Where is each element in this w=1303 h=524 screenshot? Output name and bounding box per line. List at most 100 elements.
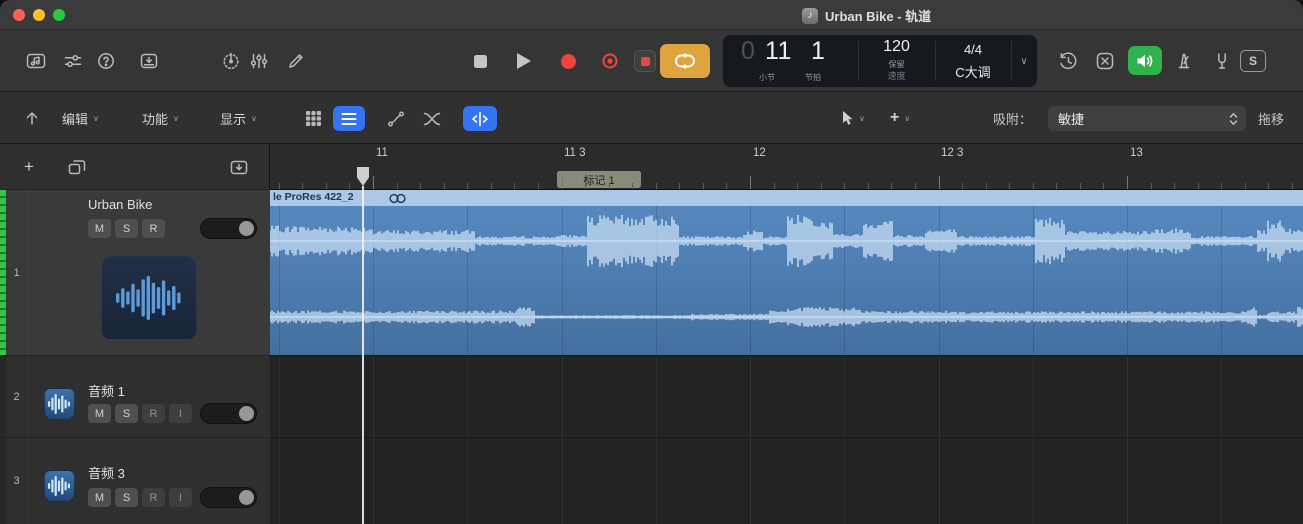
display-menu[interactable]: 显示 ∨ xyxy=(220,105,257,131)
lcd-tempo-label: 速度 xyxy=(858,69,935,82)
track-number: 1 xyxy=(6,190,28,355)
flex-button[interactable] xyxy=(463,106,497,131)
plus-tool-icon: + xyxy=(890,109,899,127)
solo-button[interactable]: S xyxy=(115,488,138,507)
output-on-button[interactable] xyxy=(1128,46,1162,75)
updown-chevrons-icon xyxy=(1229,112,1238,126)
record-enable-button[interactable]: R xyxy=(142,488,165,507)
mute-button[interactable]: M xyxy=(88,488,111,507)
track-on-toggle[interactable] xyxy=(200,403,257,424)
track-number: 3 xyxy=(6,438,28,524)
edit-menu[interactable]: 编辑 ∨ xyxy=(62,105,99,131)
mute-button[interactable]: M xyxy=(88,219,111,238)
track-header-1[interactable]: 1 Urban Bike M S R xyxy=(0,190,270,355)
ruler-mark: 11 xyxy=(376,147,388,159)
mixer-button[interactable] xyxy=(57,47,89,75)
snap-label: 吸附： xyxy=(993,109,1032,128)
lcd-display[interactable]: 0 11 1 小节 节拍 120 保留 速度 4/4 C大调 ∨ xyxy=(723,35,1037,87)
toolbar-toggle-button[interactable] xyxy=(133,47,165,75)
pointer-tool-menu[interactable]: ∨ xyxy=(838,105,865,131)
bar-ruler[interactable]: 11 11 3 12 12 3 13 标记 1 xyxy=(270,144,1303,190)
pencil-tool-button[interactable] xyxy=(280,47,312,75)
media-browser-button[interactable] xyxy=(20,47,52,75)
display-menu-label: 显示 xyxy=(220,109,246,128)
grid-view-button[interactable] xyxy=(297,106,329,131)
mute-button[interactable]: M xyxy=(88,404,111,423)
control-bar: 0 11 1 小节 节拍 120 保留 速度 4/4 C大调 ∨ xyxy=(0,30,1303,92)
titlebar: ♪ Urban Bike - 轨道 xyxy=(0,0,1303,30)
track-stack-button[interactable] xyxy=(222,154,256,180)
ruler-mark: 12 xyxy=(753,147,766,159)
track-header-3[interactable]: 3 音频 3 M S R I xyxy=(0,437,270,524)
solo-button[interactable]: S xyxy=(115,404,138,423)
music-note-box-icon xyxy=(26,51,46,71)
input-monitor-button[interactable]: I xyxy=(169,404,192,423)
track-divider xyxy=(270,355,1303,356)
ruler-mark: 13 xyxy=(1130,147,1143,159)
replace-record-button[interactable] xyxy=(634,50,656,72)
play-icon xyxy=(517,53,531,69)
stop-button[interactable] xyxy=(462,44,498,78)
track-name[interactable]: Urban Bike xyxy=(88,197,152,212)
record-enable-button[interactable]: R xyxy=(142,219,165,238)
arrangement-marker[interactable]: 标记 1 xyxy=(557,171,641,188)
capture-recording-button[interactable] xyxy=(592,44,628,78)
box-down-arrow-icon xyxy=(229,158,249,177)
cycle-loop-icon xyxy=(673,51,697,71)
edit-menu-label: 编辑 xyxy=(62,109,88,128)
track-name[interactable]: 音频 3 xyxy=(88,463,125,482)
flex-time-icon xyxy=(470,110,490,128)
cycle-button[interactable] xyxy=(660,44,710,78)
minimize-window-button[interactable] xyxy=(33,9,45,21)
tuning-fork-icon xyxy=(1212,51,1232,71)
close-window-button[interactable] xyxy=(13,9,25,21)
track-lanes[interactable]: le ProRes 422_2 xyxy=(270,190,1303,524)
lcd-key[interactable]: C大调 xyxy=(935,62,1011,81)
list-view-button[interactable] xyxy=(333,106,365,131)
lcd-chevron-down-icon[interactable]: ∨ xyxy=(1011,35,1037,87)
snap-mode-select[interactable]: 敏捷 xyxy=(1048,106,1246,131)
x-box-icon xyxy=(1095,51,1115,71)
clear-overload-button[interactable] xyxy=(1089,47,1121,75)
track-on-toggle[interactable] xyxy=(200,487,257,508)
solo-mode-button[interactable]: S xyxy=(1240,50,1266,72)
lcd-beat-label: 节拍 xyxy=(805,72,821,83)
duplicate-track-button[interactable] xyxy=(60,154,94,180)
functions-menu[interactable]: 功能 ∨ xyxy=(142,105,179,131)
record-button[interactable] xyxy=(550,44,586,78)
add-track-button[interactable]: + xyxy=(14,154,44,180)
document-proxy-icon: ♪ xyxy=(802,8,818,24)
track-name[interactable]: 音频 1 xyxy=(88,381,125,400)
lcd-time-signature[interactable]: 4/4 xyxy=(935,42,1011,57)
stop-icon xyxy=(474,55,487,68)
traffic-lights xyxy=(13,9,65,21)
input-monitor-button[interactable]: I xyxy=(169,488,192,507)
grid-icon xyxy=(304,109,323,128)
audio-region-header[interactable]: le ProRes 422_2 xyxy=(270,190,1303,206)
record-enable-button[interactable]: R xyxy=(142,404,165,423)
crossfade-button[interactable] xyxy=(416,106,448,131)
track-header-2[interactable]: 2 音频 1 M S R I xyxy=(0,355,270,437)
metronome-button[interactable] xyxy=(1168,47,1200,75)
smart-controls-button[interactable] xyxy=(243,47,275,75)
lcd-bar-value[interactable]: 11 xyxy=(765,37,792,66)
lcd-tempo-value[interactable]: 120 xyxy=(858,38,935,56)
quick-help-button[interactable] xyxy=(90,47,122,75)
track-on-toggle[interactable] xyxy=(200,218,257,239)
lcd-beat-value[interactable]: 1 xyxy=(811,37,825,66)
back-up-button[interactable] xyxy=(18,105,46,131)
secondary-tool-menu[interactable]: + ∨ xyxy=(890,105,910,131)
session-history-button[interactable] xyxy=(1052,47,1084,75)
play-button[interactable] xyxy=(506,44,542,78)
zoom-window-button[interactable] xyxy=(53,9,65,21)
solo-button[interactable]: S xyxy=(115,219,138,238)
arrow-up-icon xyxy=(23,109,41,127)
chevron-down-icon: ∨ xyxy=(859,114,865,123)
tuning-fork-button[interactable] xyxy=(1206,47,1238,75)
window-title: Urban Bike - 轨道 xyxy=(825,6,931,25)
automation-button[interactable] xyxy=(380,106,412,131)
metronome-icon xyxy=(1174,51,1194,71)
audio-region-urban-bike[interactable]: le ProRes 422_2 xyxy=(270,190,1303,355)
record-ring-icon xyxy=(601,52,619,70)
playhead-line[interactable] xyxy=(362,186,364,524)
